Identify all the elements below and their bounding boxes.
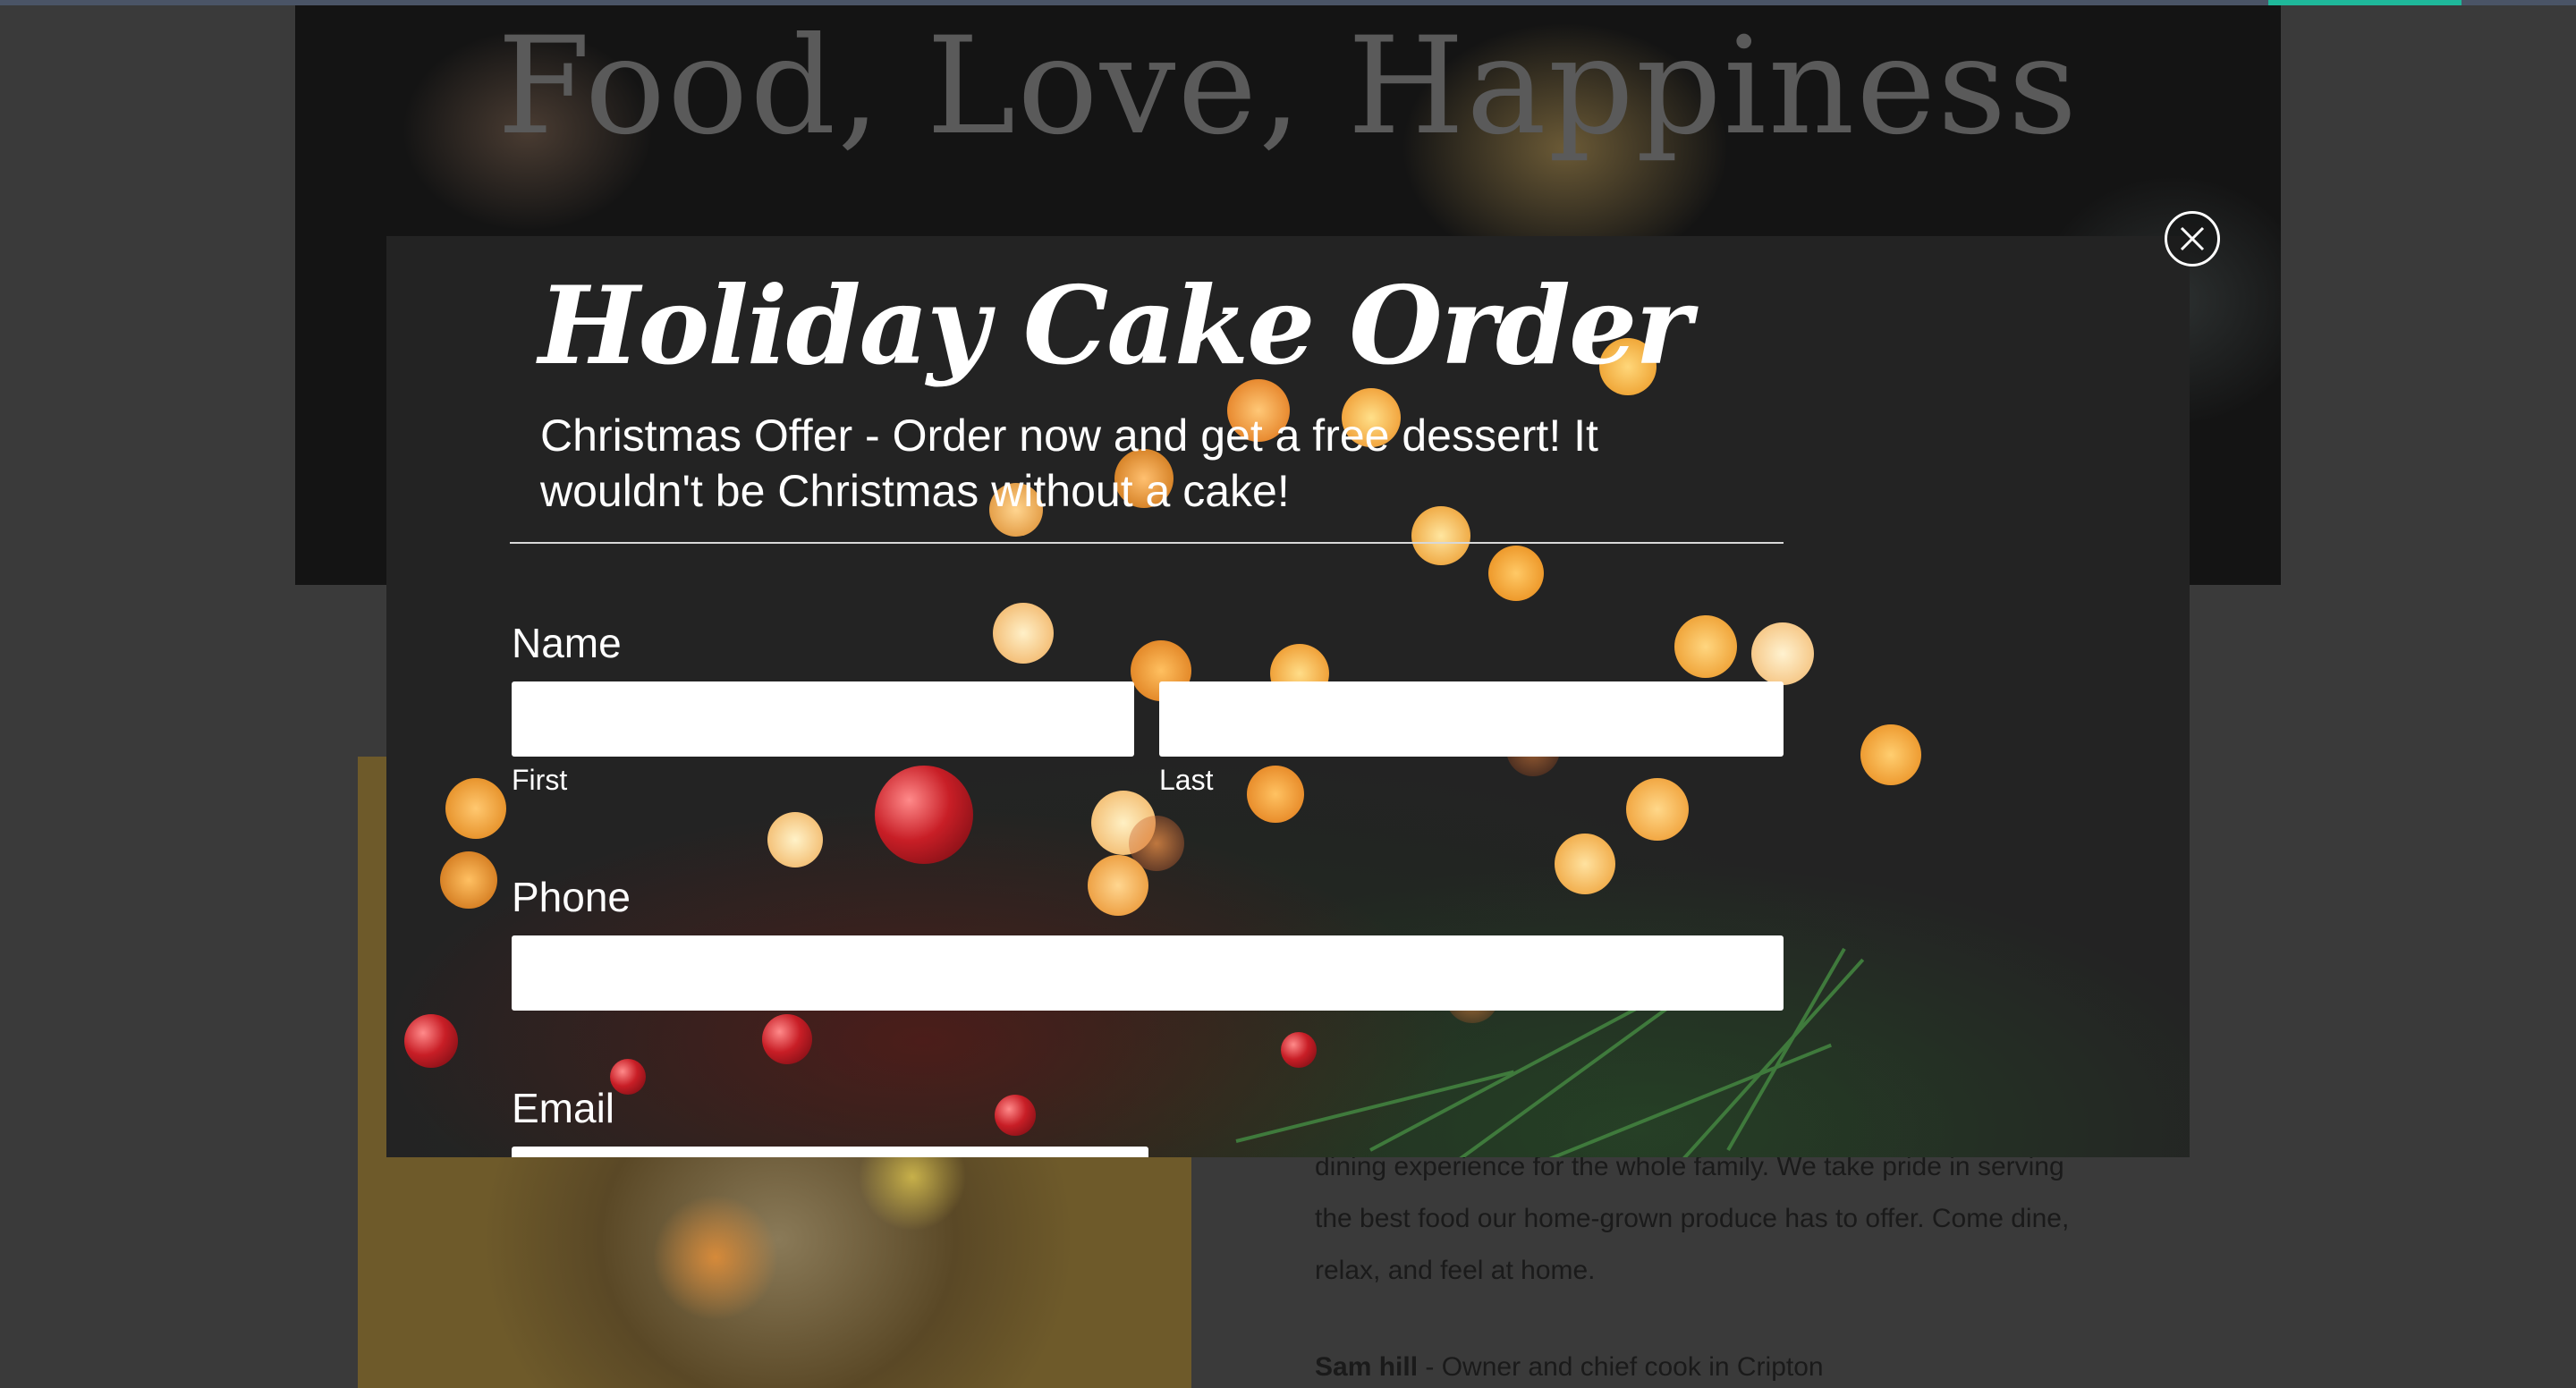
bokeh-light	[1674, 615, 1737, 678]
modal-title: Holiday Cake Order	[538, 263, 1692, 389]
bokeh-light	[1247, 766, 1304, 823]
bokeh-light	[1860, 724, 1921, 785]
last-name-sublabel: Last	[1159, 764, 1214, 796]
bokeh-light	[445, 778, 506, 839]
bokeh-light	[440, 851, 497, 909]
modal-subtitle: Christmas Offer - Order now and get a fr…	[540, 410, 1598, 516]
email-label: Email	[512, 1085, 615, 1131]
close-icon	[2180, 226, 2205, 251]
title-divider	[510, 542, 1784, 544]
cake-order-modal: Holiday Cake Order Christmas Offer - Ord…	[386, 236, 2190, 1157]
berry-decoration	[875, 766, 973, 864]
bokeh-light	[1091, 791, 1156, 855]
bokeh-light	[1555, 834, 1615, 894]
about-text: dining experience for the whole family. …	[1315, 1141, 2120, 1297]
phone-label: Phone	[512, 874, 631, 920]
berry-decoration	[610, 1059, 646, 1095]
about-line: the best food our home-grown produce has…	[1315, 1204, 2070, 1233]
bokeh-light	[1626, 778, 1689, 841]
first-name-sublabel: First	[512, 764, 568, 796]
berry-decoration	[995, 1095, 1036, 1136]
email-input[interactable]	[512, 1147, 1148, 1157]
close-button[interactable]	[2165, 211, 2220, 267]
bokeh-light	[1088, 855, 1148, 916]
top-bar-accent	[2268, 0, 2462, 5]
about-line: relax, and feel at home.	[1315, 1256, 1596, 1285]
bokeh-light	[767, 812, 823, 868]
pine-needle	[1548, 1043, 1832, 1157]
first-name-input[interactable]	[512, 681, 1134, 757]
bokeh-light	[1129, 816, 1184, 871]
last-name-input[interactable]	[1159, 681, 1784, 757]
owner-signature: Sam hill - Owner and chief cook in Cript…	[1315, 1352, 1824, 1383]
phone-input[interactable]	[512, 935, 1784, 1011]
name-label: Name	[512, 620, 622, 666]
berry-decoration	[1281, 1032, 1317, 1068]
pine-needle	[1235, 1070, 1514, 1143]
bokeh-light	[993, 603, 1054, 664]
bokeh-light	[1751, 622, 1814, 685]
hero-title: Food, Love, Happiness	[496, 9, 2080, 165]
berry-decoration	[404, 1014, 458, 1068]
owner-role: - Owner and chief cook in Cripton	[1418, 1352, 1824, 1382]
bokeh-light	[1488, 546, 1544, 601]
owner-name: Sam hill	[1315, 1352, 1419, 1382]
berry-decoration	[762, 1014, 812, 1064]
